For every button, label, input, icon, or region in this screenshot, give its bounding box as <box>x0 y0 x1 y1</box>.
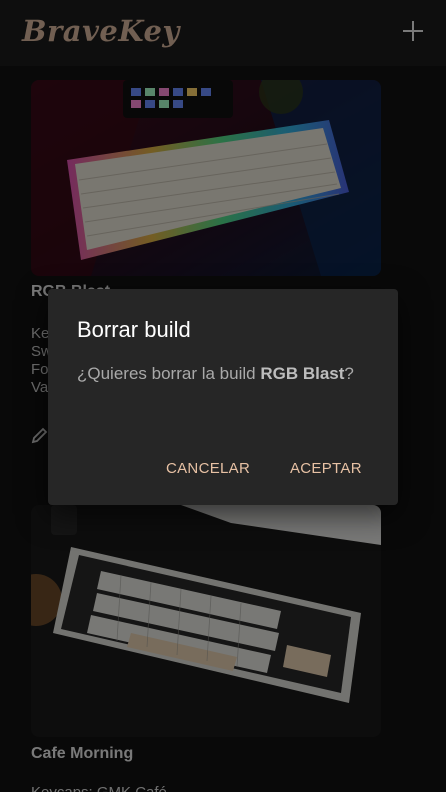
cancel-button[interactable]: CANCELAR <box>166 460 250 477</box>
delete-build-dialog: Borrar build ¿Quieres borrar la build RG… <box>48 289 398 505</box>
app-screen: BraveKey Ke Sw Fo Va Cafe Morning Borrar… <box>0 0 446 792</box>
dialog-message: ¿Quieres borrar la build RGB Blast? <box>77 362 377 386</box>
dialog-build-name: RGB Blast <box>260 364 345 383</box>
accept-button[interactable]: ACEPTAR <box>290 460 362 477</box>
dialog-message-suffix: ? <box>344 364 354 383</box>
dialog-title: Borrar build <box>77 317 191 342</box>
dialog-message-prefix: ¿Quieres borrar la build <box>77 364 261 383</box>
